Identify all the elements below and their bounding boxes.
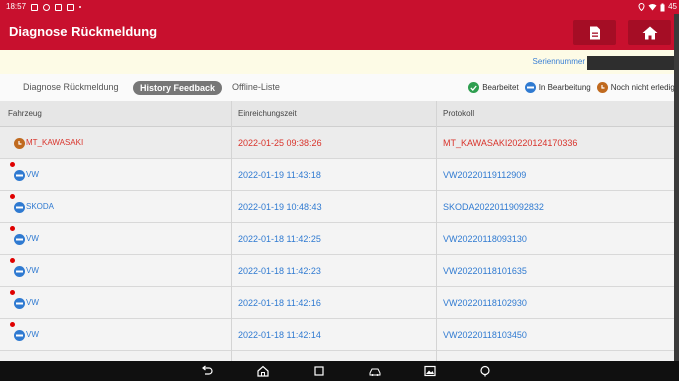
more-notifications-icon [79,6,82,8]
table-row[interactable]: SKODA 2022-01-19 10:48:43 SKODA202201190… [0,191,679,223]
clock-icon [596,82,608,93]
column-divider [436,101,437,361]
in-progress-icon [14,265,25,277]
location-icon [638,3,645,11]
in-progress-icon [14,201,25,213]
vehicle-name: VW [26,298,39,307]
wifi-icon [648,4,657,11]
table-row[interactable]: MT_KAWASAKI 2022-01-25 09:38:26 MT_KAWAS… [0,127,679,159]
document-icon [589,26,600,39]
table-header: Fahrzeug Einreichungszeit Protokoll [0,101,679,127]
assistant-icon[interactable] [478,364,492,378]
device-bezel-edge [674,14,679,361]
submission-time: 2022-01-25 09:38:26 [238,138,322,148]
vehicle-cell: SKODA [14,191,54,223]
submission-time: 2022-01-18 11:42:25 [238,234,321,244]
screen-notification-icon [67,3,75,11]
battery-icon [660,3,665,11]
vehicle-name: VW [26,170,39,179]
home-icon[interactable] [256,364,270,378]
protocol-name: MT_KAWASAKI20220124170336 [443,138,578,148]
tab-offline-list[interactable]: Offline-Liste [232,74,280,101]
protocol-name: SKODA20220119092832 [443,202,544,212]
in-progress-icon [14,297,25,309]
submission-time: 2022-01-19 10:48:43 [238,202,322,212]
screenshot-icon[interactable] [423,364,437,378]
home-icon [642,26,657,39]
table-row[interactable]: VW 2022-01-19 11:43:18 VW20220119112909 [0,159,679,191]
vehicle-cell: MT_KAWASAKI [14,127,83,159]
serial-number-label: Seriennummer [532,57,585,66]
vehicle-cell: VW [14,287,39,319]
submission-time: 2022-01-18 11:42:23 [238,266,321,276]
table-row[interactable]: VW 2022-01-18 11:42:23 VW20220118101635 [0,255,679,287]
protocol-name: VW20220118102930 [443,298,527,308]
protocol-name: VW20220119112909 [443,170,527,180]
vehicle-cell: VW [14,319,39,351]
navigation-bar [0,361,679,381]
image-notification-icon [31,3,39,11]
legend-done-label: Bearbeitet [482,83,519,92]
table-row[interactable]: VW 2022-01-18 11:42:14 VW20220118103450 [0,319,679,351]
table-row[interactable]: VW 2022-01-18 11:42:25 VW20220118093130 [0,223,679,255]
in-progress-icon [14,233,25,245]
status-time: 18:57 [6,2,27,11]
vehicle-name: VW [26,330,39,339]
check-icon [468,82,480,93]
header-vehicle: Fahrzeug [8,109,42,118]
tablet-frame: 18:57 45 Diagnose Rückmeldung Seriennumm… [0,0,679,381]
home-button[interactable] [628,20,671,45]
header-protocol: Protokoll [443,109,475,118]
clock-icon [14,137,25,149]
battery-percent: 45 [668,2,677,11]
submission-time: 2022-01-19 11:43:18 [238,170,321,180]
recents-icon[interactable] [312,364,326,378]
vehicle-name: MT_KAWASAKI [26,138,84,147]
in-progress-icon [14,169,25,181]
column-divider [231,101,232,361]
vehicle-name: VW [26,266,39,275]
protocol-name: VW20220118101635 [443,266,527,276]
app-bar: Diagnose Rückmeldung [0,14,679,50]
tab-bar: Diagnose Rückmeldung History Feedback Of… [0,74,679,101]
submission-time: 2022-01-18 11:42:14 [238,330,321,340]
status-legend: Bearbeitet In Bearbeitung Noch nicht erl… [468,74,677,101]
back-icon[interactable] [200,364,214,378]
in-progress-icon [524,82,536,93]
protocol-name: VW20220118103450 [443,330,527,340]
report-button[interactable] [573,20,616,45]
gallery-notification-icon [55,3,63,11]
serial-number-value [587,56,674,70]
vehicle-cell: VW [14,223,39,255]
vehicle-name: SKODA [26,202,55,211]
feedback-table: MT_KAWASAKI 2022-01-25 09:38:26 MT_KAWAS… [0,127,679,351]
legend-progress-label: In Bearbeitung [538,83,591,92]
header-submission-time: Einreichungszeit [238,109,297,118]
vci-icon[interactable] [368,364,382,378]
serial-number-row: Seriennummer [0,50,679,74]
sync-notification-icon [43,3,51,11]
page-title: Diagnose Rückmeldung [9,24,158,39]
submission-time: 2022-01-18 11:42:16 [238,298,321,308]
vehicle-cell: VW [14,159,39,191]
legend-pending-label: Noch nicht erledigt [610,83,677,92]
tab-diagnose-feedback[interactable]: Diagnose Rückmeldung [23,74,119,101]
tab-history-feedback[interactable]: History Feedback [133,81,223,95]
in-progress-icon [14,329,25,341]
table-row[interactable]: VW 2022-01-18 11:42:16 VW20220118102930 [0,287,679,319]
screen: 18:57 45 Diagnose Rückmeldung Seriennumm… [0,0,679,381]
status-bar: 18:57 45 [0,0,679,14]
protocol-name: VW20220118093130 [443,234,527,244]
vehicle-cell: VW [14,255,39,287]
vehicle-name: VW [26,234,39,243]
